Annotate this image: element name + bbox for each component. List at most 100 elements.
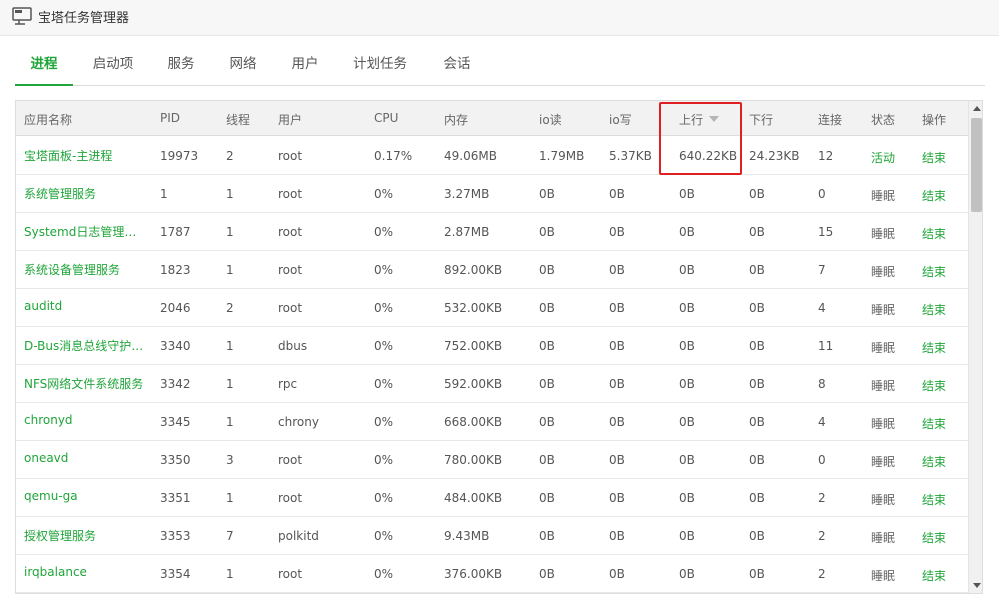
cell-name[interactable]: oneavd <box>24 451 148 465</box>
column-header-cpu[interactable]: CPU <box>374 111 398 125</box>
column-header-status[interactable]: 状态 <box>871 111 895 128</box>
tab-processes[interactable]: 进程 <box>15 52 73 86</box>
process-table: 应用名称 PID 线程 用户 CPU 内存 io读 io写 上行 下行 连接 状… <box>15 100 983 594</box>
cell-download: 0B <box>749 377 765 391</box>
cell-pid: 1787 <box>160 225 191 239</box>
cell-connections: 8 <box>818 377 826 391</box>
cell-pid: 1 <box>160 187 168 201</box>
end-process-button[interactable]: 结束 <box>922 187 946 204</box>
cell-name[interactable]: 系统设备管理服务 <box>24 261 148 278</box>
cell-cpu: 0% <box>374 339 394 353</box>
end-process-button[interactable]: 结束 <box>922 491 946 508</box>
cell-cpu: 0% <box>374 225 394 239</box>
end-process-button[interactable]: 结束 <box>922 339 946 356</box>
column-header-pid[interactable]: PID <box>160 111 180 125</box>
scrollbar-thumb[interactable] <box>971 118 982 212</box>
cell-pid: 3340 <box>160 339 191 353</box>
column-header-threads[interactable]: 线程 <box>226 111 250 128</box>
vertical-scrollbar[interactable] <box>968 101 982 593</box>
table-header: 应用名称 PID 线程 用户 CPU 内存 io读 io写 上行 下行 连接 状… <box>16 101 968 136</box>
arrow-up-icon[interactable] <box>969 101 982 116</box>
cell-download: 0B <box>749 567 765 581</box>
cell-upload: 0B <box>679 415 695 429</box>
table-row[interactable]: irqbalance 3354 1 root 0% 376.00KB 0B 0B 0B 0B 2 睡眠… <box>16 555 968 593</box>
column-header-user[interactable]: 用户 <box>278 111 302 128</box>
cell-name[interactable]: NFS网络文件系统服务 <box>24 375 148 392</box>
column-header-connections[interactable]: 连接 <box>818 111 842 128</box>
cell-memory: 780.00KB <box>444 453 503 467</box>
cell-pid: 3351 <box>160 491 191 505</box>
cell-threads: 1 <box>226 415 234 429</box>
end-process-button[interactable]: 结束 <box>922 567 946 584</box>
tab-bar: 进程 启动项 服务 网络 用户 计划任务 会话 <box>15 44 985 86</box>
cell-threads: 1 <box>226 339 234 353</box>
cell-name[interactable]: 系统管理服务 <box>24 185 148 202</box>
cell-pid: 3342 <box>160 377 191 391</box>
column-header-io-read[interactable]: io读 <box>539 111 562 128</box>
cell-download: 0B <box>749 453 765 467</box>
table-row[interactable]: 系统管理服务 1 1 root 0% 3.27MB 0B 0B 0B 0B 0 睡眠 结束 <box>16 175 968 213</box>
cell-cpu: 0% <box>374 263 394 277</box>
cell-threads: 1 <box>226 263 234 277</box>
cell-upload: 0B <box>679 491 695 505</box>
tab-users[interactable]: 用户 <box>285 52 325 86</box>
end-process-button[interactable]: 结束 <box>922 377 946 394</box>
cell-user: root <box>278 491 303 505</box>
tab-sessions[interactable]: 会话 <box>437 52 477 86</box>
cell-user: root <box>278 301 303 315</box>
cell-connections: 15 <box>818 225 834 239</box>
cell-name[interactable]: chronyd <box>24 413 148 427</box>
cell-connections: 4 <box>818 415 826 429</box>
tab-startup[interactable]: 启动项 <box>85 52 141 86</box>
cell-io-read: 0B <box>539 263 555 277</box>
cell-status: 睡眠 <box>871 265 896 279</box>
cell-name[interactable]: 宝塔面板-主进程 <box>24 147 148 164</box>
tab-scheduled-tasks[interactable]: 计划任务 <box>347 52 413 86</box>
end-process-button[interactable]: 结束 <box>922 149 946 166</box>
end-process-button[interactable]: 结束 <box>922 263 946 280</box>
table-row[interactable]: 宝塔面板-主进程 19973 2 root 0.17% 49.06MB 1.79MB 5.37… <box>16 137 968 175</box>
table-row[interactable]: D-Bus消息总线守护进程 3340 1 dbus 0% 752.00KB 0B 0B 0B 0B… <box>16 327 968 365</box>
cell-name[interactable]: qemu-ga <box>24 489 148 503</box>
tab-network[interactable]: 网络 <box>223 52 263 86</box>
cell-user: root <box>278 567 303 581</box>
cell-threads: 1 <box>226 567 234 581</box>
table-row[interactable]: 系统设备管理服务 1823 1 root 0% 892.00KB 0B 0B 0B 0B 7 睡眠 结束 <box>16 251 968 289</box>
cell-pid: 3350 <box>160 453 191 467</box>
cell-threads: 1 <box>226 377 234 391</box>
table-row[interactable]: chronyd 3345 1 chrony 0% 668.00KB 0B 0B 0B 0B 4 睡眠 结… <box>16 403 968 441</box>
cell-io-read: 0B <box>539 567 555 581</box>
cell-memory: 376.00KB <box>444 567 503 581</box>
cell-io-read: 0B <box>539 339 555 353</box>
end-process-button[interactable]: 结束 <box>922 453 946 470</box>
column-header-name[interactable]: 应用名称 <box>24 111 72 128</box>
column-header-memory[interactable]: 内存 <box>444 111 468 128</box>
cell-cpu: 0% <box>374 301 394 315</box>
cell-name[interactable]: D-Bus消息总线守护进程 <box>24 337 148 354</box>
cell-name[interactable]: 授权管理服务 <box>24 527 148 544</box>
end-process-button[interactable]: 结束 <box>922 529 946 546</box>
cell-download: 24.23KB <box>749 149 800 163</box>
column-header-download[interactable]: 下行 <box>749 111 773 128</box>
cell-user: root <box>278 187 303 201</box>
monitor-icon <box>12 7 32 25</box>
end-process-button[interactable]: 结束 <box>922 415 946 432</box>
cell-pid: 2046 <box>160 301 191 315</box>
table-row[interactable]: Systemd日志管理服务 1787 1 root 0% 2.87MB 0B 0B 0B 0B 15… <box>16 213 968 251</box>
end-process-button[interactable]: 结束 <box>922 301 946 318</box>
table-row[interactable]: auditd 2046 2 root 0% 532.00KB 0B 0B 0B 0B 4 睡眠 结束 <box>16 289 968 327</box>
table-row[interactable]: qemu-ga 3351 1 root 0% 484.00KB 0B 0B 0B 0B 2 睡眠 结束 <box>16 479 968 517</box>
table-row[interactable]: oneavd 3350 3 root 0% 780.00KB 0B 0B 0B 0B 0 睡眠 结束 <box>16 441 968 479</box>
end-process-button[interactable]: 结束 <box>922 225 946 242</box>
column-header-io-write[interactable]: io写 <box>609 111 632 128</box>
arrow-down-icon[interactable] <box>969 578 982 593</box>
cell-name[interactable]: Systemd日志管理服务 <box>24 223 148 240</box>
table-row[interactable]: 授权管理服务 3353 7 polkitd 0% 9.43MB 0B 0B 0B 0B 2 睡眠 结束 <box>16 517 968 555</box>
cell-user: root <box>278 453 303 467</box>
cell-name[interactable]: auditd <box>24 299 148 313</box>
cell-name[interactable]: irqbalance <box>24 565 148 579</box>
cell-pid: 3353 <box>160 529 191 543</box>
cell-cpu: 0% <box>374 415 394 429</box>
table-row[interactable]: NFS网络文件系统服务 3342 1 rpc 0% 592.00KB 0B 0B 0B 0B 8 睡眠… <box>16 365 968 403</box>
tab-services[interactable]: 服务 <box>161 52 201 86</box>
